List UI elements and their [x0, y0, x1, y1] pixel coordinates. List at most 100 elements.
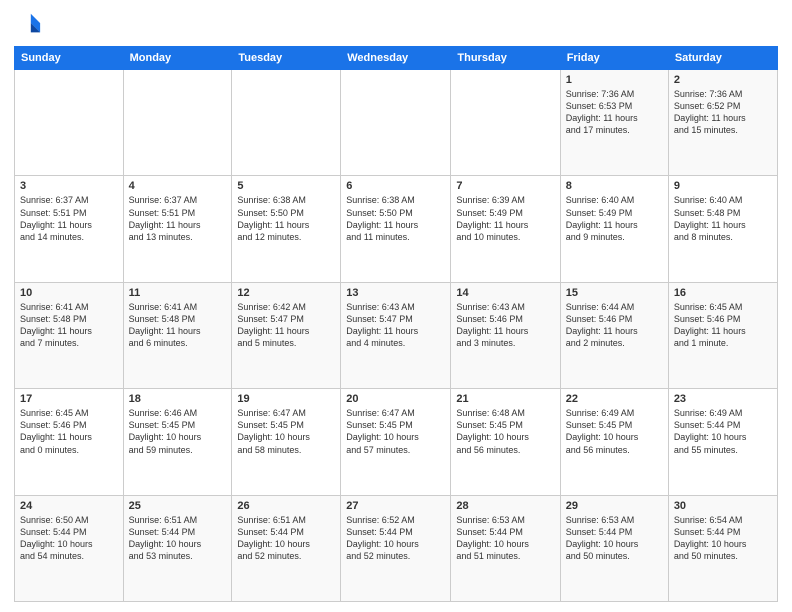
weekday-header-wednesday: Wednesday: [341, 47, 451, 70]
day-number: 2: [674, 74, 772, 86]
calendar-cell: 11 Sunrise: 6:41 AM Sunset: 5:48 PM Dayli…: [123, 282, 232, 388]
day-info: Sunrise: 6:40 AM Sunset: 5:49 PM Dayligh…: [566, 194, 663, 243]
day-info: Sunrise: 7:36 AM Sunset: 6:52 PM Dayligh…: [674, 88, 772, 137]
calendar-cell: 5 Sunrise: 6:38 AM Sunset: 5:50 PM Daylig…: [232, 176, 341, 282]
day-info: Sunrise: 6:37 AM Sunset: 5:51 PM Dayligh…: [129, 194, 227, 243]
day-number: 10: [20, 287, 118, 299]
day-info: Sunrise: 6:39 AM Sunset: 5:49 PM Dayligh…: [456, 194, 554, 243]
weekday-header-thursday: Thursday: [451, 47, 560, 70]
week-row-4: 17 Sunrise: 6:45 AM Sunset: 5:46 PM Dayli…: [15, 389, 778, 495]
day-number: 3: [20, 180, 118, 192]
calendar-table: SundayMondayTuesdayWednesdayThursdayFrid…: [14, 46, 778, 602]
day-number: 16: [674, 287, 772, 299]
calendar-cell: 22 Sunrise: 6:49 AM Sunset: 5:45 PM Dayli…: [560, 389, 668, 495]
calendar-cell: 2 Sunrise: 7:36 AM Sunset: 6:52 PM Daylig…: [668, 70, 777, 176]
calendar-cell: [341, 70, 451, 176]
day-info: Sunrise: 6:43 AM Sunset: 5:46 PM Dayligh…: [456, 301, 554, 350]
day-number: 30: [674, 500, 772, 512]
day-number: 6: [346, 180, 445, 192]
calendar-cell: [451, 70, 560, 176]
day-info: Sunrise: 6:52 AM Sunset: 5:44 PM Dayligh…: [346, 514, 445, 563]
day-number: 19: [237, 393, 335, 405]
calendar-cell: 16 Sunrise: 6:45 AM Sunset: 5:46 PM Dayli…: [668, 282, 777, 388]
day-number: 1: [566, 74, 663, 86]
day-number: 15: [566, 287, 663, 299]
calendar-cell: [123, 70, 232, 176]
day-number: 25: [129, 500, 227, 512]
calendar-cell: 10 Sunrise: 6:41 AM Sunset: 5:48 PM Dayli…: [15, 282, 124, 388]
calendar-cell: 21 Sunrise: 6:48 AM Sunset: 5:45 PM Dayli…: [451, 389, 560, 495]
weekday-header-sunday: Sunday: [15, 47, 124, 70]
day-info: Sunrise: 6:45 AM Sunset: 5:46 PM Dayligh…: [20, 407, 118, 456]
calendar-cell: 26 Sunrise: 6:51 AM Sunset: 5:44 PM Dayli…: [232, 495, 341, 601]
calendar-cell: 25 Sunrise: 6:51 AM Sunset: 5:44 PM Dayli…: [123, 495, 232, 601]
day-number: 17: [20, 393, 118, 405]
calendar-cell: 6 Sunrise: 6:38 AM Sunset: 5:50 PM Daylig…: [341, 176, 451, 282]
page: SundayMondayTuesdayWednesdayThursdayFrid…: [0, 0, 792, 612]
weekday-header-saturday: Saturday: [668, 47, 777, 70]
logo-icon: [14, 10, 42, 38]
calendar-cell: 23Sunrise: 6:49 AM Sunset: 5:44 PM Dayli…: [668, 389, 777, 495]
day-number: 11: [129, 287, 227, 299]
calendar-cell: 7 Sunrise: 6:39 AM Sunset: 5:49 PM Daylig…: [451, 176, 560, 282]
day-info: Sunrise: 6:45 AM Sunset: 5:46 PM Dayligh…: [674, 301, 772, 350]
calendar-cell: 18 Sunrise: 6:46 AM Sunset: 5:45 PM Dayli…: [123, 389, 232, 495]
day-info: Sunrise: 6:50 AM Sunset: 5:44 PM Dayligh…: [20, 514, 118, 563]
day-number: 7: [456, 180, 554, 192]
day-info: Sunrise: 6:40 AM Sunset: 5:48 PM Dayligh…: [674, 194, 772, 243]
calendar-cell: 3 Sunrise: 6:37 AM Sunset: 5:51 PM Daylig…: [15, 176, 124, 282]
day-info: Sunrise: 6:46 AM Sunset: 5:45 PM Dayligh…: [129, 407, 227, 456]
day-info: Sunrise: 6:47 AM Sunset: 5:45 PM Dayligh…: [346, 407, 445, 456]
weekday-header-tuesday: Tuesday: [232, 47, 341, 70]
day-number: 26: [237, 500, 335, 512]
calendar-cell: [15, 70, 124, 176]
day-number: 21: [456, 393, 554, 405]
week-row-3: 10 Sunrise: 6:41 AM Sunset: 5:48 PM Dayli…: [15, 282, 778, 388]
day-info: Sunrise: 6:51 AM Sunset: 5:44 PM Dayligh…: [129, 514, 227, 563]
logo: [14, 10, 46, 38]
calendar-cell: 27 Sunrise: 6:52 AM Sunset: 5:44 PM Dayli…: [341, 495, 451, 601]
weekday-header-monday: Monday: [123, 47, 232, 70]
day-info: Sunrise: 7:36 AM Sunset: 6:53 PM Dayligh…: [566, 88, 663, 137]
calendar-cell: 29Sunrise: 6:53 AM Sunset: 5:44 PM Dayli…: [560, 495, 668, 601]
calendar-cell: 28 Sunrise: 6:53 AM Sunset: 5:44 PM Dayli…: [451, 495, 560, 601]
calendar-cell: 8 Sunrise: 6:40 AM Sunset: 5:49 PM Daylig…: [560, 176, 668, 282]
day-number: 27: [346, 500, 445, 512]
calendar-cell: 20Sunrise: 6:47 AM Sunset: 5:45 PM Dayli…: [341, 389, 451, 495]
day-number: 8: [566, 180, 663, 192]
header: [14, 10, 778, 38]
day-info: Sunrise: 6:47 AM Sunset: 5:45 PM Dayligh…: [237, 407, 335, 456]
day-info: Sunrise: 6:49 AM Sunset: 5:45 PM Dayligh…: [566, 407, 663, 456]
day-info: Sunrise: 6:41 AM Sunset: 5:48 PM Dayligh…: [129, 301, 227, 350]
day-info: Sunrise: 6:37 AM Sunset: 5:51 PM Dayligh…: [20, 194, 118, 243]
day-number: 5: [237, 180, 335, 192]
calendar-cell: [232, 70, 341, 176]
day-info: Sunrise: 6:54 AM Sunset: 5:44 PM Dayligh…: [674, 514, 772, 563]
week-row-5: 24Sunrise: 6:50 AM Sunset: 5:44 PM Dayli…: [15, 495, 778, 601]
day-number: 23: [674, 393, 772, 405]
day-number: 29: [566, 500, 663, 512]
day-number: 12: [237, 287, 335, 299]
day-info: Sunrise: 6:44 AM Sunset: 5:46 PM Dayligh…: [566, 301, 663, 350]
calendar-cell: 1 Sunrise: 7:36 AM Sunset: 6:53 PM Daylig…: [560, 70, 668, 176]
day-number: 18: [129, 393, 227, 405]
calendar-cell: 13Sunrise: 6:43 AM Sunset: 5:47 PM Dayli…: [341, 282, 451, 388]
calendar-cell: 14Sunrise: 6:43 AM Sunset: 5:46 PM Dayli…: [451, 282, 560, 388]
calendar-cell: 24Sunrise: 6:50 AM Sunset: 5:44 PM Dayli…: [15, 495, 124, 601]
day-number: 28: [456, 500, 554, 512]
calendar-cell: 15 Sunrise: 6:44 AM Sunset: 5:46 PM Dayli…: [560, 282, 668, 388]
calendar-cell: 12Sunrise: 6:42 AM Sunset: 5:47 PM Dayli…: [232, 282, 341, 388]
day-info: Sunrise: 6:51 AM Sunset: 5:44 PM Dayligh…: [237, 514, 335, 563]
week-row-1: 1 Sunrise: 7:36 AM Sunset: 6:53 PM Daylig…: [15, 70, 778, 176]
day-info: Sunrise: 6:38 AM Sunset: 5:50 PM Dayligh…: [237, 194, 335, 243]
day-info: Sunrise: 6:53 AM Sunset: 5:44 PM Dayligh…: [456, 514, 554, 563]
calendar-cell: 30 Sunrise: 6:54 AM Sunset: 5:44 PM Dayli…: [668, 495, 777, 601]
calendar-cell: 17 Sunrise: 6:45 AM Sunset: 5:46 PM Dayli…: [15, 389, 124, 495]
day-number: 4: [129, 180, 227, 192]
day-info: Sunrise: 6:38 AM Sunset: 5:50 PM Dayligh…: [346, 194, 445, 243]
weekday-header-row: SundayMondayTuesdayWednesdayThursdayFrid…: [15, 47, 778, 70]
day-info: Sunrise: 6:48 AM Sunset: 5:45 PM Dayligh…: [456, 407, 554, 456]
day-number: 22: [566, 393, 663, 405]
day-info: Sunrise: 6:41 AM Sunset: 5:48 PM Dayligh…: [20, 301, 118, 350]
calendar-cell: 4 Sunrise: 6:37 AM Sunset: 5:51 PM Daylig…: [123, 176, 232, 282]
